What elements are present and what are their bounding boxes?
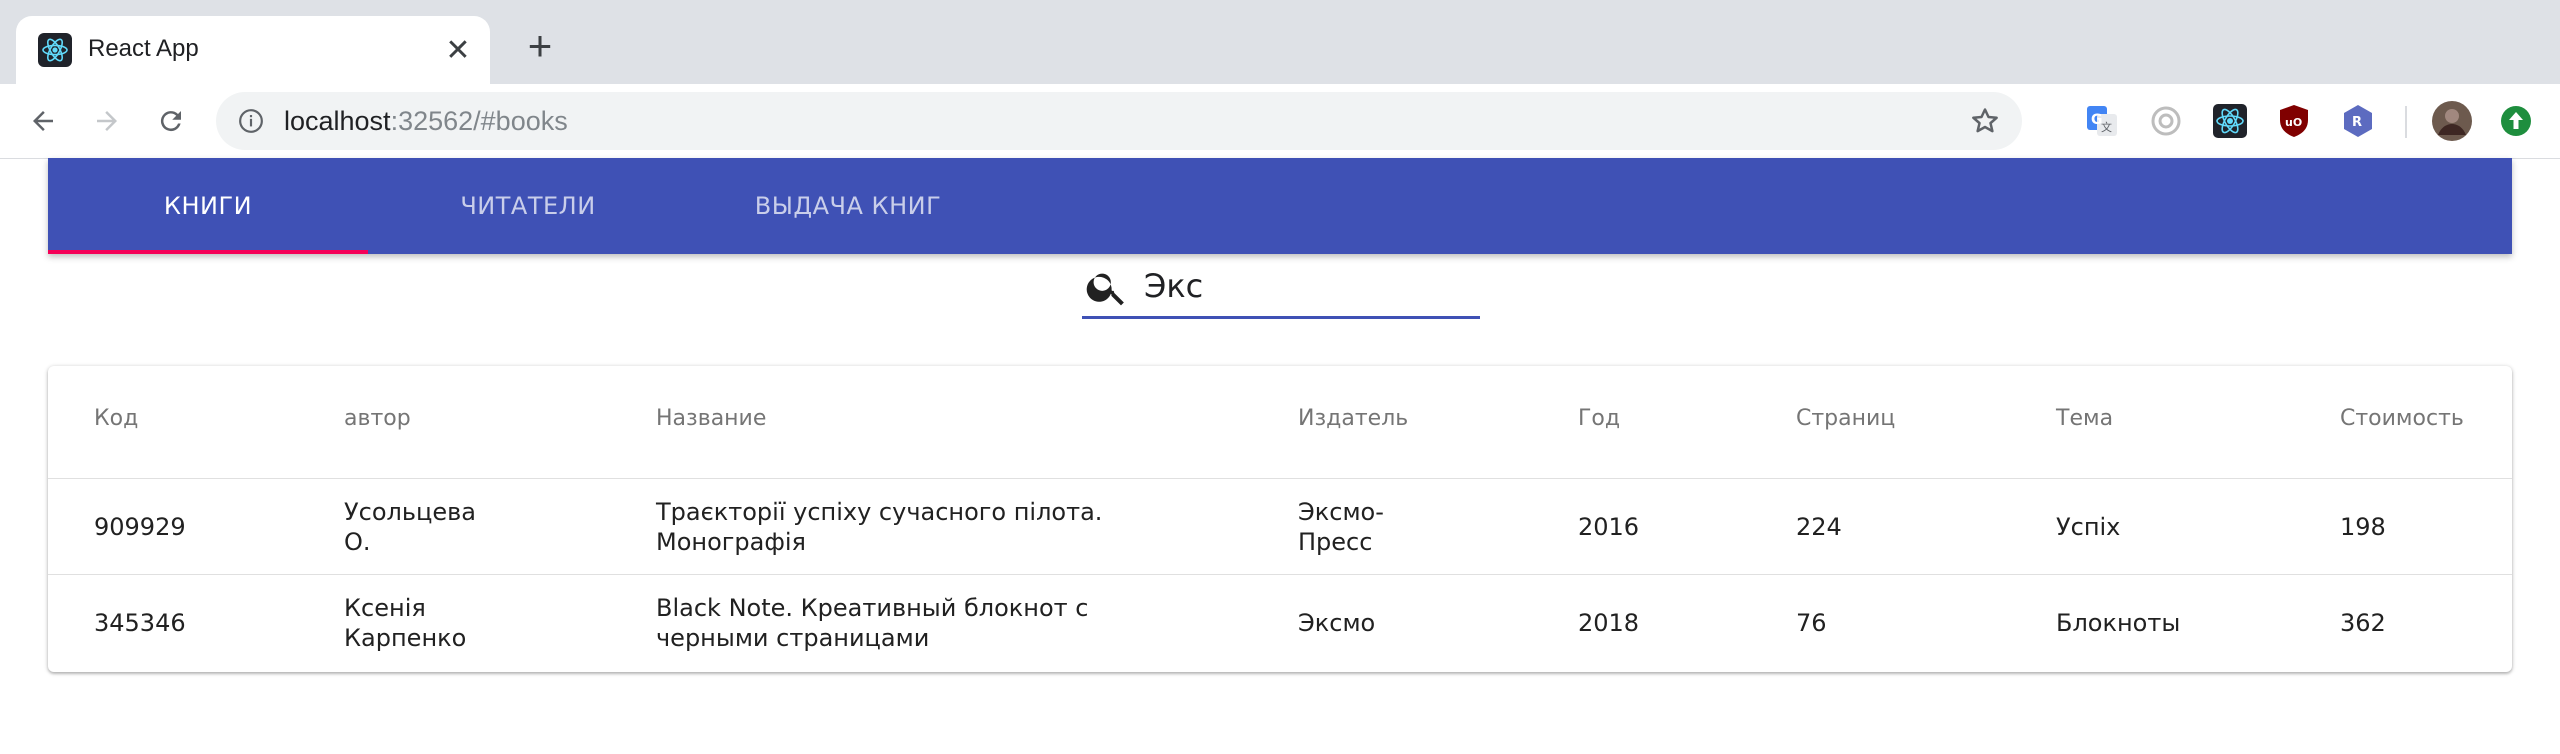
cell-title-line: Black Note. Креативный блокнот с (656, 594, 1089, 622)
browser-toolbar: localhost:32562/#books G 文 uO R (0, 84, 2560, 159)
r-extension-icon[interactable]: R (2340, 103, 2376, 139)
cell-title-line: Монографія (656, 528, 806, 556)
info-icon[interactable] (238, 108, 264, 134)
cell-price: 198 (2340, 513, 2386, 541)
react-favicon-icon (38, 33, 72, 67)
forward-arrow-icon[interactable] (84, 98, 130, 144)
cell-author-line: Ксенія (344, 594, 426, 622)
back-arrow-icon[interactable] (20, 98, 66, 144)
cell-title-line: черными страницами (656, 624, 930, 652)
close-tab-icon[interactable]: ✕ (438, 30, 478, 70)
browser-tab[interactable]: React App ✕ (16, 16, 490, 84)
app-navigation-bar: Книги Читатели Выдача книг (48, 158, 2512, 254)
cell-code: 345346 (94, 609, 186, 637)
react-devtools-icon[interactable] (2212, 103, 2248, 139)
search-field[interactable] (1082, 258, 1480, 319)
search-input[interactable] (1144, 262, 1474, 310)
toolbar-divider (2405, 106, 2407, 138)
svg-text:R: R (2352, 115, 2362, 130)
column-header-code[interactable]: Код (94, 406, 138, 431)
active-tab-indicator (48, 250, 368, 254)
column-header-year[interactable]: Год (1578, 406, 1620, 431)
cell-author: Ксенія Карпенко (344, 593, 466, 653)
tab-title: React App (88, 35, 199, 62)
update-available-icon[interactable] (2498, 103, 2534, 139)
cell-year: 2016 (1578, 513, 1640, 541)
column-header-theme[interactable]: Тема (2056, 406, 2113, 431)
cell-theme: Успіх (2056, 513, 2121, 541)
browser-tabstrip: React App ✕ + (0, 0, 2560, 84)
cell-code: 909929 (94, 513, 186, 541)
column-header-author[interactable]: автор (344, 406, 411, 431)
address-bar[interactable]: localhost:32562/#books (216, 92, 2022, 150)
reload-icon[interactable] (148, 98, 194, 144)
cell-author-line: О. (344, 528, 371, 556)
tab-book-issuance[interactable]: Выдача книг (688, 158, 1008, 254)
column-header-pages[interactable]: Страниц (1796, 406, 1895, 431)
cell-publisher: Эксмо (1298, 609, 1376, 637)
cell-publisher: Эксмо- Пресс (1298, 497, 1384, 557)
cell-pages: 224 (1796, 513, 1842, 541)
table-row[interactable]: 345346 Ксенія Карпенко Black Note. Креат… (48, 574, 2512, 671)
cell-title-line: Траєкторії успіху сучасного пілота. (656, 498, 1103, 526)
books-table: Код автор Название Издатель Год Страниц … (48, 366, 2512, 672)
ublock-origin-icon[interactable]: uO (2276, 103, 2312, 139)
cell-author: Усольцева О. (344, 497, 476, 557)
column-header-publisher[interactable]: Издатель (1298, 406, 1408, 431)
column-header-price[interactable]: Стоимость (2340, 406, 2464, 431)
cell-author-line: Карпенко (344, 624, 467, 652)
table-row[interactable]: 909929 Усольцева О. Траєкторії успіху су… (48, 478, 2512, 575)
tab-readers[interactable]: Читатели (368, 158, 688, 254)
cell-price: 362 (2340, 609, 2386, 637)
search-icon (1086, 273, 1124, 306)
cell-year: 2018 (1578, 609, 1640, 637)
cell-title: Black Note. Креативный блокнот с черными… (656, 593, 1088, 653)
cell-publisher-line: Пресс (1298, 528, 1373, 556)
cell-publisher-line: Эксмо- (1298, 498, 1384, 526)
cell-author-line: Усольцева (344, 498, 476, 526)
camera-extension-icon[interactable] (2148, 103, 2184, 139)
tab-books[interactable]: Книги (48, 158, 368, 254)
url-host: localhost (284, 106, 391, 136)
svg-text:uO: uO (2285, 116, 2302, 129)
cell-pages: 76 (1796, 609, 1827, 637)
cell-theme: Блокноты (2056, 609, 2181, 637)
column-header-title[interactable]: Название (656, 406, 766, 431)
bookmark-star-icon[interactable] (1970, 106, 2000, 136)
cell-title: Траєкторії успіху сучасного пілота. Моно… (656, 497, 1102, 557)
svg-text:文: 文 (2101, 120, 2112, 134)
url-text: localhost:32562/#books (284, 106, 568, 137)
profile-avatar[interactable] (2432, 101, 2472, 141)
url-path: :32562/#books (390, 106, 568, 136)
google-translate-icon[interactable]: G 文 (2084, 103, 2120, 139)
new-tab-icon[interactable]: + (518, 24, 562, 68)
